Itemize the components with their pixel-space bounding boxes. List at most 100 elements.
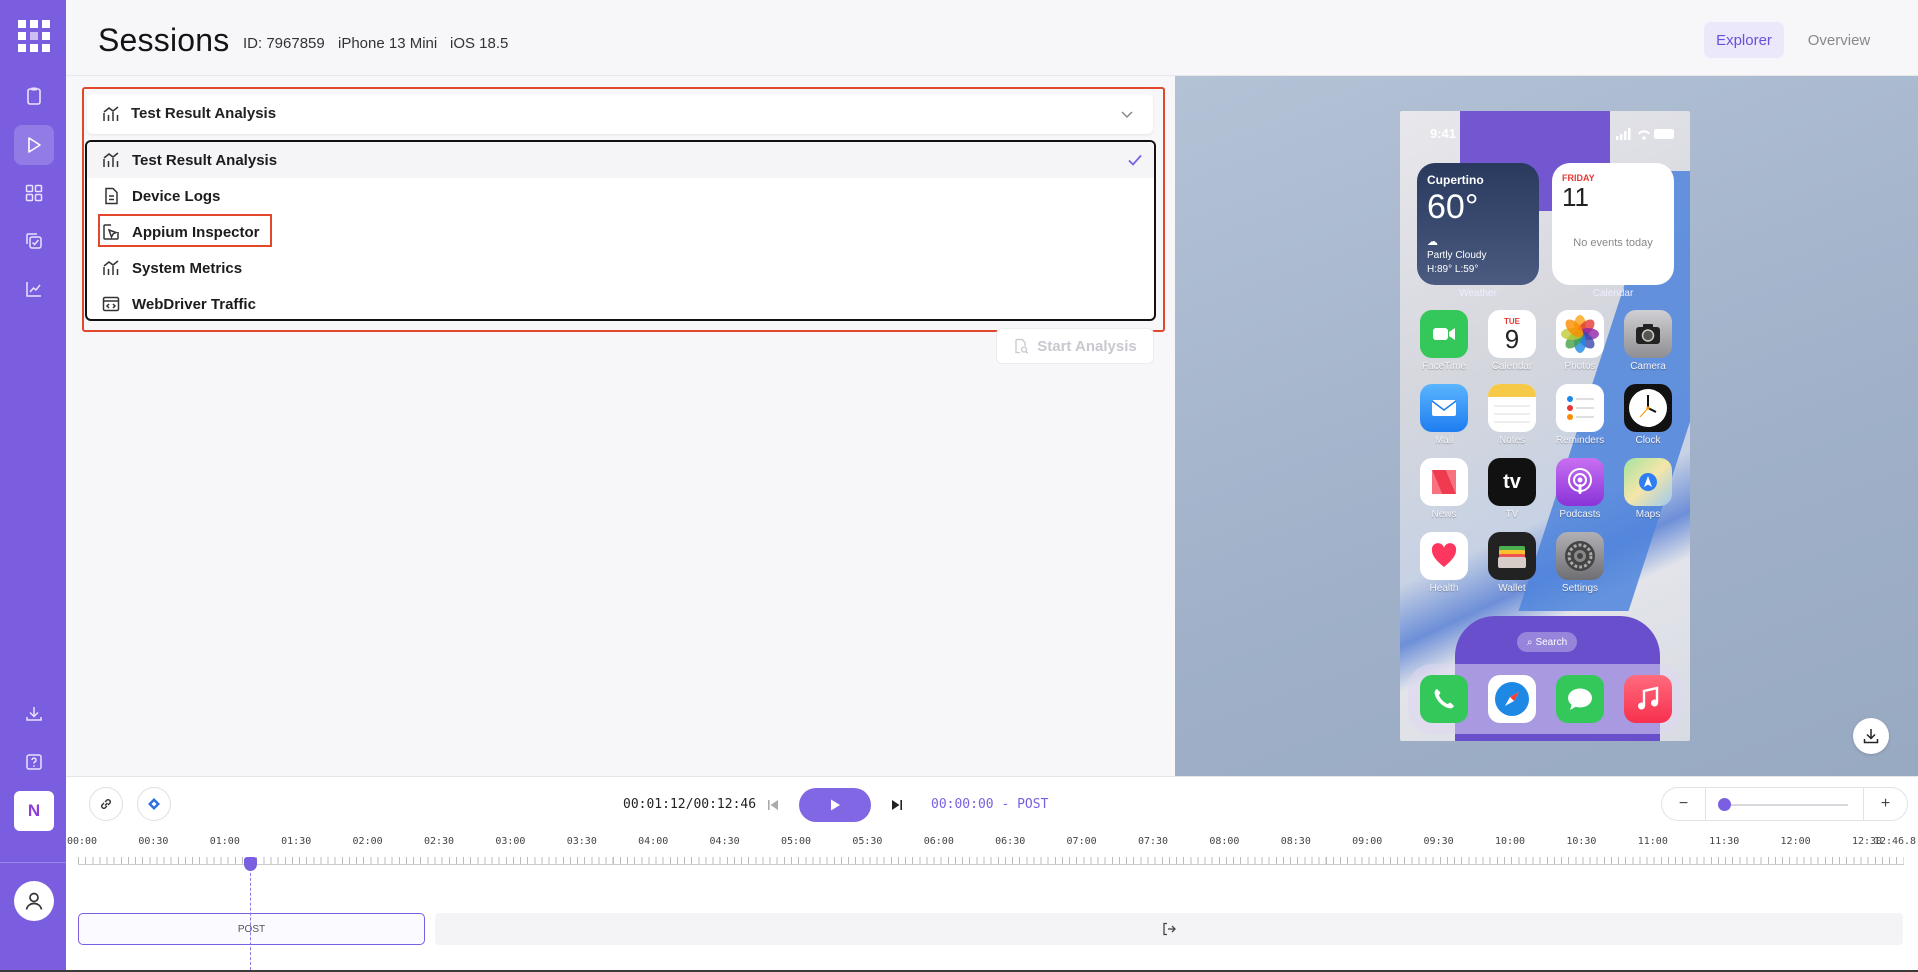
timeline-tick-label: 08:00: [1209, 836, 1240, 847]
zoom-slider-track[interactable]: [1722, 804, 1848, 806]
facetime-icon: [1433, 328, 1455, 340]
timeline-tick-label: 05:30: [852, 836, 883, 847]
sidebar-item-downloads[interactable]: [14, 694, 54, 734]
workspace-avatar[interactable]: N: [14, 791, 54, 831]
timeline-tick-label: 08:30: [1280, 836, 1311, 847]
app-health[interactable]: [1420, 532, 1468, 580]
app-calendar[interactable]: TUE 9: [1488, 310, 1536, 358]
app-photos[interactable]: [1556, 310, 1604, 358]
app-logo-icon[interactable]: [18, 20, 50, 52]
timeline-tick-label: 01:00: [209, 836, 240, 847]
cloud-icon: ☁: [1427, 236, 1438, 248]
heart-icon: [1431, 543, 1457, 567]
device-name: iPhone 13 Mini: [338, 35, 438, 52]
timeline-tick-label: 07:00: [1066, 836, 1097, 847]
app-clock[interactable]: [1624, 384, 1672, 432]
tv-icon: tv: [1503, 470, 1521, 493]
highlight-box-appium-inspector: [98, 214, 272, 247]
play-button[interactable]: [799, 788, 871, 822]
dock-app-safari[interactable]: [1488, 675, 1536, 723]
current-event-position: 00:00:00 - POST: [931, 797, 1049, 812]
os-version: iOS 18.5: [450, 35, 509, 52]
gear-icon: [1565, 541, 1595, 571]
jira-button[interactable]: [137, 787, 171, 821]
sidebar-item-analytics[interactable]: [14, 269, 54, 309]
app-maps[interactable]: [1624, 458, 1672, 506]
exit-icon[interactable]: [1161, 921, 1177, 937]
sidebar-item-tests[interactable]: [14, 221, 54, 261]
wallet-icon: [1498, 546, 1526, 568]
app-notes[interactable]: [1488, 384, 1536, 432]
download-screenshot-button[interactable]: [1853, 718, 1889, 754]
music-icon: [1638, 686, 1659, 710]
timeline-tick-label: 04:00: [638, 836, 669, 847]
dock-app-messages[interactable]: [1556, 675, 1604, 723]
app-label: Health: [1429, 583, 1459, 594]
timeline-tick-label: 02:00: [352, 836, 383, 847]
sidebar-item-help[interactable]: [14, 742, 54, 782]
safari-icon: [1495, 682, 1529, 716]
playhead-handle[interactable]: [244, 857, 257, 871]
calendar-widget[interactable]: FRIDAY 11 No events today: [1552, 163, 1674, 285]
zoom-in-button[interactable]: +: [1863, 788, 1907, 820]
page-header: Sessions ID: 7967859 iPhone 13 Mini iOS …: [66, 0, 1918, 76]
weather-widget[interactable]: Cupertino 60° ☁ Partly Cloudy H:89° L:59…: [1417, 163, 1539, 285]
zoom-control: − +: [1661, 787, 1908, 821]
spotlight-search-button[interactable]: ⌕ Search: [1517, 632, 1577, 652]
reminders-icon: [1567, 396, 1594, 420]
app-label: Photos: [1564, 361, 1596, 372]
app-label: Maps: [1635, 509, 1661, 520]
user-avatar[interactable]: [14, 881, 54, 921]
clipboard-icon: [27, 87, 41, 105]
user-icon: [25, 892, 43, 910]
app-label: TV: [1505, 509, 1519, 520]
skip-back-icon[interactable]: [765, 797, 781, 813]
tab-overview[interactable]: Overview: [1794, 22, 1884, 58]
timeline-segment-post[interactable]: POST: [78, 913, 425, 945]
calendar-widget-date: 11: [1562, 182, 1589, 212]
maps-icon: [1639, 473, 1657, 491]
camera-icon: [1636, 324, 1660, 344]
grid-icon: [25, 184, 43, 202]
app-wallet[interactable]: [1488, 532, 1536, 580]
app-label: Settings: [1561, 583, 1599, 594]
clock-icon: [1629, 389, 1667, 427]
calendar-widget-events: No events today: [1573, 237, 1653, 249]
app-mail[interactable]: [1420, 384, 1468, 432]
app-window: N Sessions ID: 7967859 iPhone 13 Mini iO…: [0, 0, 1918, 970]
news-icon: [1432, 470, 1456, 494]
playhead-line: [250, 858, 251, 970]
app-camera[interactable]: [1624, 310, 1672, 358]
timeline-tick-label: 03:30: [566, 836, 597, 847]
app-label: Podcasts: [1559, 509, 1601, 520]
dock-app-phone[interactable]: [1420, 675, 1468, 723]
session-id: ID: 7967859: [243, 35, 325, 52]
zoom-out-button[interactable]: −: [1662, 788, 1706, 820]
sidebar-item-clipboard[interactable]: [14, 76, 54, 116]
calendar-app-date: 9: [1504, 323, 1520, 354]
sidebar-item-sessions[interactable]: [14, 125, 54, 165]
sidebar-item-grid[interactable]: [14, 173, 54, 213]
timeline-tick-label: 11:00: [1637, 836, 1668, 847]
sidebar-divider: [0, 862, 66, 863]
start-analysis-button[interactable]: Start Analysis: [996, 328, 1154, 364]
timeline-tick-label: 06:30: [995, 836, 1026, 847]
chart-icon: [26, 282, 41, 297]
tab-explorer[interactable]: Explorer: [1704, 22, 1784, 58]
app-tv[interactable]: tv: [1488, 458, 1536, 506]
app-news[interactable]: [1420, 458, 1468, 506]
device-screen[interactable]: 9:41 Cupertino 60° ☁ Partly Cloudy H:89°…: [1400, 111, 1690, 741]
download-icon: [1863, 729, 1879, 744]
zoom-slider-handle[interactable]: [1718, 798, 1731, 811]
copy-link-button[interactable]: [89, 787, 123, 821]
dock-app-music[interactable]: [1624, 675, 1672, 723]
app-reminders[interactable]: [1556, 384, 1604, 432]
app-label: Camera: [1630, 361, 1666, 372]
app-settings[interactable]: [1556, 532, 1604, 580]
download-icon: [26, 707, 42, 721]
skip-forward-icon[interactable]: [889, 797, 905, 813]
app-label: Notes: [1498, 435, 1526, 446]
app-facetime[interactable]: [1420, 310, 1468, 358]
weather-condition: Partly Cloudy: [1427, 250, 1487, 261]
app-podcasts[interactable]: [1556, 458, 1604, 506]
